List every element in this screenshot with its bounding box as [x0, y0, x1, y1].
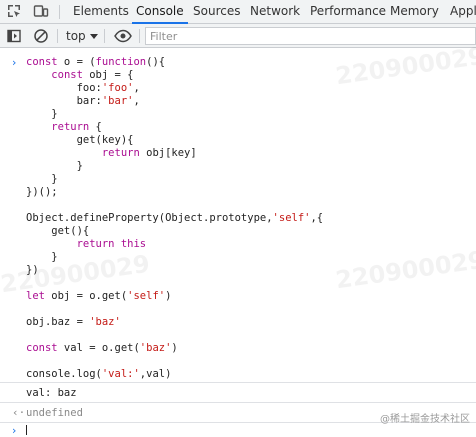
console-panel: 220900029 220900029 220900029 › const o … [0, 42, 476, 437]
inspect-element-icon[interactable] [6, 3, 22, 19]
code-line: const obj = { [51, 69, 134, 81]
code-line: return { [51, 121, 102, 133]
result-arrow-icon: ‹· [12, 406, 26, 419]
code-line: obj.baz = 'baz' [26, 316, 121, 328]
code-line: let obj = o.get('self') [26, 290, 172, 302]
watermark: 220900029 [333, 41, 476, 91]
code-line: } [26, 108, 58, 120]
toolbar-divider [139, 29, 140, 43]
toolbar-divider [104, 29, 105, 43]
code-line: return this [76, 238, 147, 250]
device-toolbar-icon[interactable] [33, 3, 49, 19]
sidebar-toggle-icon[interactable] [6, 28, 22, 44]
context-selector[interactable]: top [66, 27, 98, 45]
code-line: return obj[key] [101, 147, 197, 159]
tab-network[interactable]: Network [250, 0, 300, 23]
code-line: bar:'bar', [26, 95, 140, 107]
message-divider [0, 382, 476, 383]
clear-console-icon[interactable] [33, 28, 49, 44]
code-line: Object.defineProperty(Object.prototype,'… [26, 212, 324, 224]
code-line: } [26, 173, 58, 185]
message-divider [0, 402, 476, 403]
filter-input[interactable] [145, 27, 476, 45]
tab-application[interactable]: Appli [450, 0, 476, 23]
tab-elements[interactable]: Elements [73, 0, 129, 23]
code-line: const val = o.get('baz') [26, 342, 178, 354]
result-value: undefined [26, 407, 83, 419]
code-line: foo:'foo', [26, 82, 140, 94]
devtools-tab-bar: Elements Console Sources Network Perform… [0, 0, 476, 24]
chevron-down-icon [90, 34, 98, 39]
prompt-chevron-icon: › [12, 56, 17, 69]
watermark: 220900029 [333, 245, 476, 295]
eye-icon[interactable] [113, 28, 133, 44]
code-line: })(); [26, 186, 58, 198]
code-line: const o = (function(){ [26, 56, 166, 68]
code-line: get(){ [26, 225, 90, 237]
console-log-output: val: baz [26, 387, 77, 399]
code-line: get(key){ [26, 134, 134, 146]
console-prompt-cursor[interactable] [26, 425, 27, 435]
tab-memory[interactable]: Memory [390, 0, 439, 23]
tab-sources[interactable]: Sources [193, 0, 240, 23]
tab-divider [59, 5, 60, 19]
code-line: } [26, 160, 83, 172]
code-line: console.log('val:',val) [26, 368, 172, 380]
code-line: }) [26, 264, 39, 276]
code-line: } [26, 251, 58, 263]
tab-performance[interactable]: Performance [310, 0, 386, 23]
context-label: top [66, 29, 86, 43]
console-toolbar: top [0, 24, 476, 48]
prompt-chevron-icon: › [12, 424, 17, 437]
toolbar-divider [57, 29, 58, 43]
corner-watermark: @稀土掘金技术社区 [380, 414, 470, 425]
tab-console[interactable]: Console [132, 0, 188, 24]
